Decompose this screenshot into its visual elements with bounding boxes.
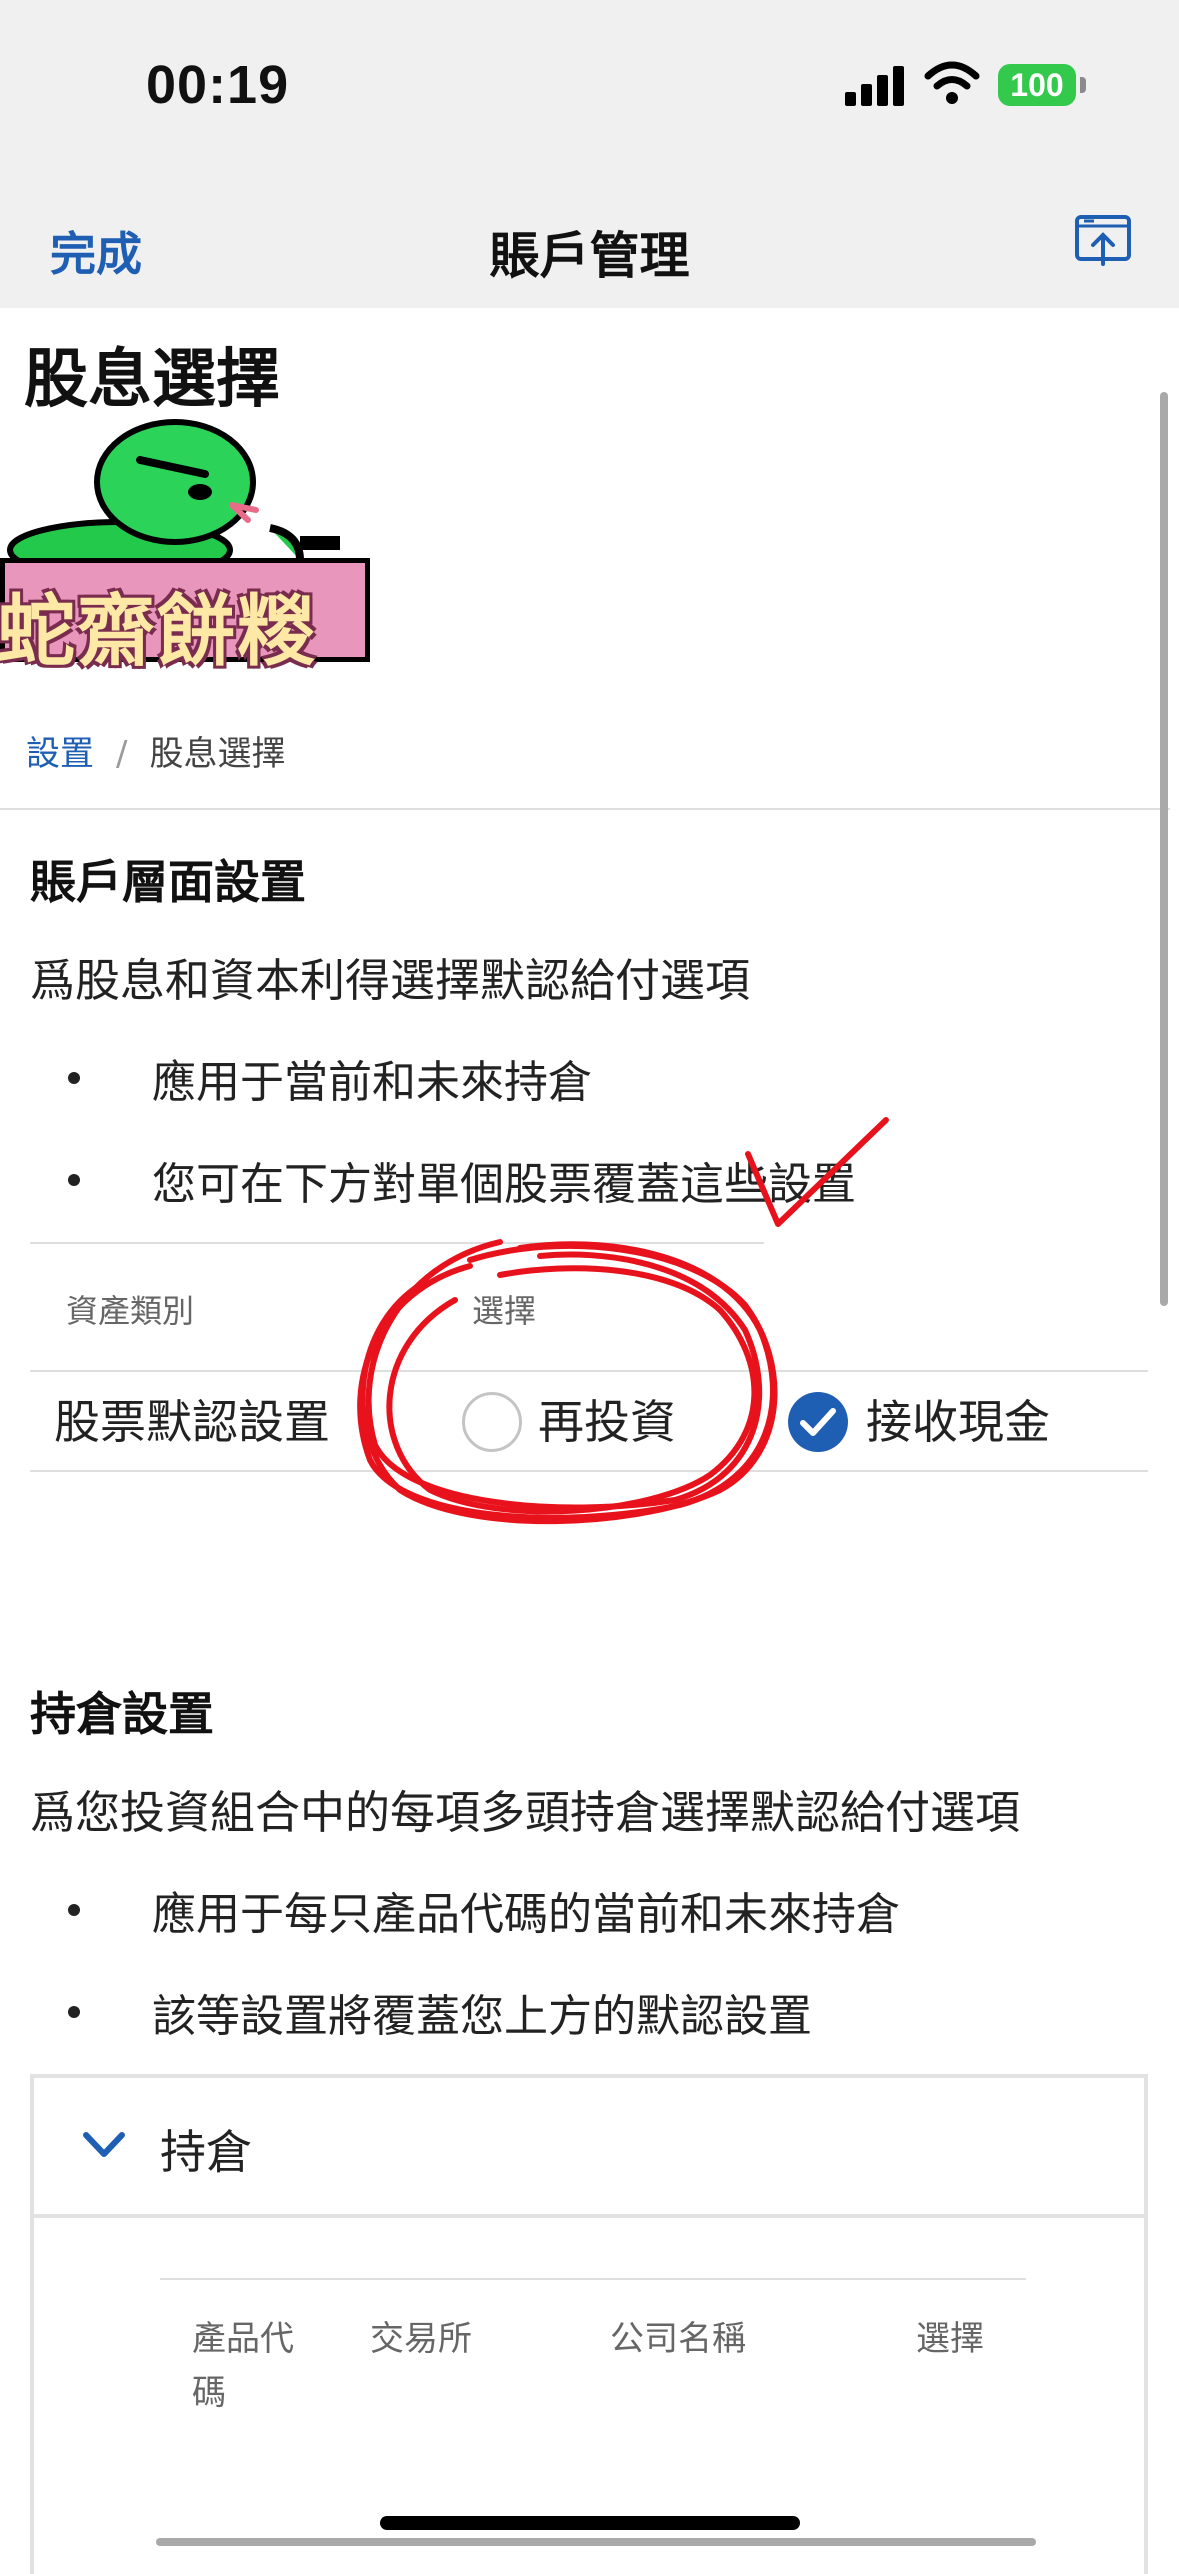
battery-tip bbox=[1080, 77, 1086, 93]
table-header-line bbox=[30, 1370, 1148, 1372]
table-bottom-line bbox=[30, 1470, 1148, 1472]
battery-indicator: 100 bbox=[998, 64, 1076, 106]
share-icon[interactable] bbox=[1074, 212, 1132, 268]
navigation-bar: 完成 賬戶管理 bbox=[0, 176, 1179, 308]
status-time: 00:19 bbox=[146, 55, 290, 115]
position-level-description: 爲您投資組合中的每項多頭持倉選擇默認給付選項 bbox=[30, 1786, 1021, 1839]
header-divider bbox=[0, 808, 1170, 810]
positions-table-top-line bbox=[160, 2278, 1026, 2280]
account-level-title: 賬戶層面設置 bbox=[30, 855, 306, 909]
page-title: 股息選擇 bbox=[24, 343, 280, 417]
snake-icon bbox=[7, 419, 340, 580]
table-top-line bbox=[30, 1242, 764, 1244]
table-header-choice: 選擇 bbox=[472, 1292, 537, 1330]
breadcrumb-current: 股息選擇 bbox=[149, 734, 286, 774]
breadcrumb-parent-link[interactable]: 設置 bbox=[26, 734, 94, 774]
annotation-circle bbox=[357, 1241, 776, 1521]
breadcrumb-separator: / bbox=[116, 734, 128, 774]
home-indicator[interactable] bbox=[380, 2516, 800, 2530]
positions-accordion: 持倉 產品代 碼 交易所 公司名稱 選擇 bbox=[30, 2074, 1148, 2574]
wifi-icon bbox=[924, 61, 980, 104]
receive-cash-label[interactable]: 接收現金 bbox=[866, 1386, 1050, 1452]
positions-header-choice: 選擇 bbox=[916, 2319, 984, 2359]
table-header-asset-class: 資產類別 bbox=[66, 1292, 195, 1330]
chevron-down-icon bbox=[83, 2132, 125, 2157]
sticker-logo: 蛇齋餅糉 bbox=[0, 410, 380, 677]
positions-header-company-name: 公司名稱 bbox=[610, 2319, 746, 2359]
positions-accordion-label: 持倉 bbox=[160, 2125, 252, 2179]
vertical-scrollbar[interactable] bbox=[1160, 392, 1168, 1306]
positions-accordion-header[interactable]: 持倉 bbox=[34, 2078, 1144, 2218]
receive-cash-radio[interactable] bbox=[788, 1392, 848, 1452]
reinvest-radio[interactable] bbox=[462, 1392, 522, 1452]
signal-icon bbox=[845, 64, 907, 106]
logo-text: 蛇齋餅糉 bbox=[0, 587, 318, 677]
status-bar: 00:19 100 bbox=[0, 0, 1179, 176]
position-level-title: 持倉設置 bbox=[30, 1687, 214, 1741]
account-level-description: 爲股息和資本利得選擇默認給付選項 bbox=[30, 954, 751, 1007]
logo-banner: 蛇齋餅糉 bbox=[0, 558, 370, 677]
breadcrumb: 設置 / 股息選擇 bbox=[26, 726, 285, 775]
nav-title: 賬戶管理 bbox=[489, 227, 690, 285]
positions-header-exchange: 交易所 bbox=[370, 2319, 472, 2359]
reinvest-label[interactable]: 再投資 bbox=[538, 1386, 676, 1452]
stock-default-label: 股票默認設置 bbox=[54, 1395, 330, 1449]
horizontal-scrollbar[interactable] bbox=[156, 2538, 1036, 2546]
checkmark-icon bbox=[800, 1408, 836, 1436]
positions-header-product-code: 產品代 碼 bbox=[192, 2319, 294, 2413]
